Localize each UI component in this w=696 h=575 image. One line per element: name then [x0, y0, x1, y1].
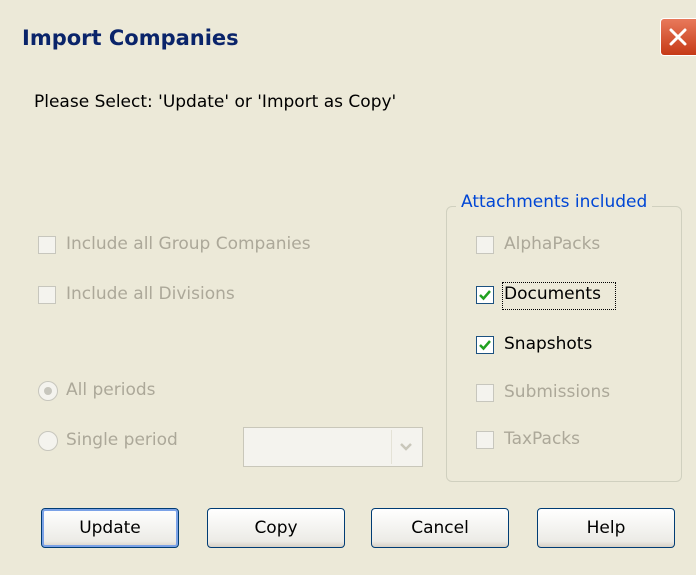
radio-selected-dot: [44, 387, 52, 395]
include-group-companies-checkbox[interactable]: [38, 236, 56, 254]
single-period-label: Single period: [66, 430, 178, 450]
help-button[interactable]: Help: [537, 508, 675, 548]
close-button[interactable]: [660, 18, 696, 56]
documents-checkbox[interactable]: [476, 286, 494, 304]
submissions-checkbox[interactable]: [476, 384, 494, 402]
snapshots-label: Snapshots: [504, 334, 593, 354]
update-button[interactable]: Update: [41, 508, 179, 548]
include-group-companies-label: Include all Group Companies: [66, 234, 311, 254]
single-period-radio[interactable]: [38, 431, 58, 451]
dropdown-arrow-button[interactable]: [391, 430, 420, 464]
snapshots-checkbox[interactable]: [476, 336, 494, 354]
submissions-label: Submissions: [504, 382, 611, 402]
title-bar: Import Companies: [0, 0, 696, 80]
taxpacks-checkbox[interactable]: [476, 431, 494, 449]
documents-label: Documents: [504, 284, 601, 304]
copy-button[interactable]: Copy: [207, 508, 345, 548]
checkmark-icon: [479, 340, 491, 351]
cancel-button[interactable]: Cancel: [371, 508, 509, 548]
taxpacks-label: TaxPacks: [504, 429, 581, 449]
attachments-legend: Attachments included: [456, 192, 653, 212]
checkmark-icon: [479, 290, 491, 301]
all-periods-label: All periods: [66, 380, 156, 400]
all-periods-radio[interactable]: [38, 381, 58, 401]
chevron-down-icon: [400, 443, 412, 451]
window-title: Import Companies: [22, 26, 239, 50]
prompt-text: Please Select: 'Update' or 'Import as Co…: [34, 92, 397, 112]
close-icon: [669, 28, 687, 46]
include-divisions-label: Include all Divisions: [66, 284, 235, 304]
period-select[interactable]: [243, 427, 423, 467]
include-divisions-checkbox[interactable]: [38, 286, 56, 304]
alphapacks-label: AlphaPacks: [504, 234, 601, 254]
alphapacks-checkbox[interactable]: [476, 236, 494, 254]
